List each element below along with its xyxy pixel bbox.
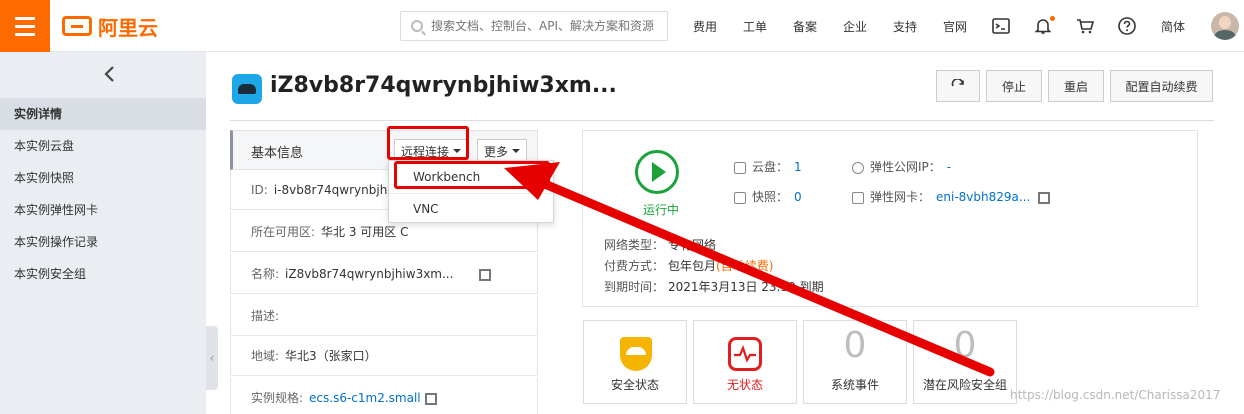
watermark-text: https://blog.csdn.net/Charissa2017 bbox=[1010, 388, 1221, 402]
annotation-arrow bbox=[504, 162, 995, 377]
